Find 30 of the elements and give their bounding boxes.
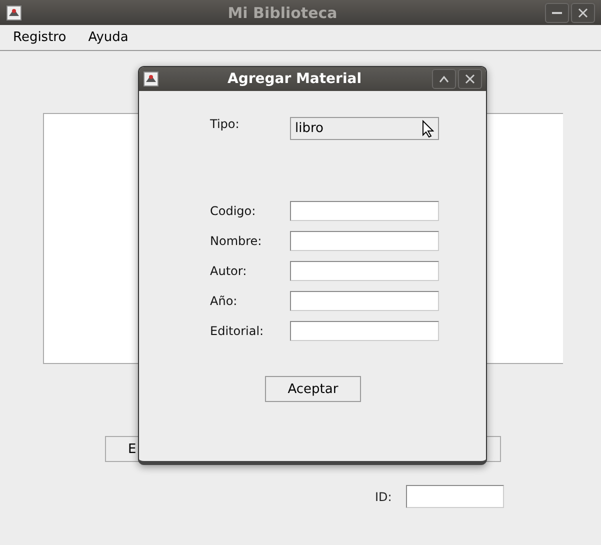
window-title: Mi Biblioteca bbox=[226, 4, 338, 22]
field-label: Tipo: bbox=[210, 117, 240, 131]
field-label: Editorial: bbox=[210, 324, 265, 338]
input-field[interactable] bbox=[290, 291, 439, 311]
input-field[interactable] bbox=[290, 321, 439, 341]
field-label: Nombre: bbox=[210, 234, 263, 248]
menu-item[interactable]: Registro bbox=[13, 30, 66, 45]
close-icon bbox=[578, 8, 588, 18]
close-button[interactable] bbox=[458, 69, 482, 89]
input-field[interactable] bbox=[290, 231, 439, 251]
pointer-icon bbox=[422, 120, 434, 138]
maximize-button[interactable] bbox=[432, 69, 456, 89]
menu-item[interactable]: Ayuda bbox=[88, 30, 128, 45]
input-field[interactable] bbox=[290, 261, 439, 281]
minimize-icon bbox=[552, 12, 562, 14]
input-field[interactable] bbox=[290, 201, 439, 221]
close-icon bbox=[465, 74, 475, 84]
caret-icon bbox=[439, 75, 449, 83]
app-icon bbox=[6, 4, 22, 20]
field-label: Autor: bbox=[210, 264, 248, 278]
app-icon bbox=[143, 71, 159, 87]
minimize-button[interactable] bbox=[545, 2, 569, 22]
accept-button[interactable]: Aceptar bbox=[265, 376, 361, 402]
id-field[interactable] bbox=[406, 485, 504, 508]
field-label: Año: bbox=[210, 294, 238, 308]
dialog-title: Agregar Material bbox=[226, 71, 363, 87]
id-label: ID: bbox=[375, 490, 392, 504]
close-button[interactable] bbox=[571, 2, 595, 22]
type-dropdown[interactable]: libro bbox=[290, 117, 439, 140]
field-label: Codigo: bbox=[210, 204, 257, 218]
